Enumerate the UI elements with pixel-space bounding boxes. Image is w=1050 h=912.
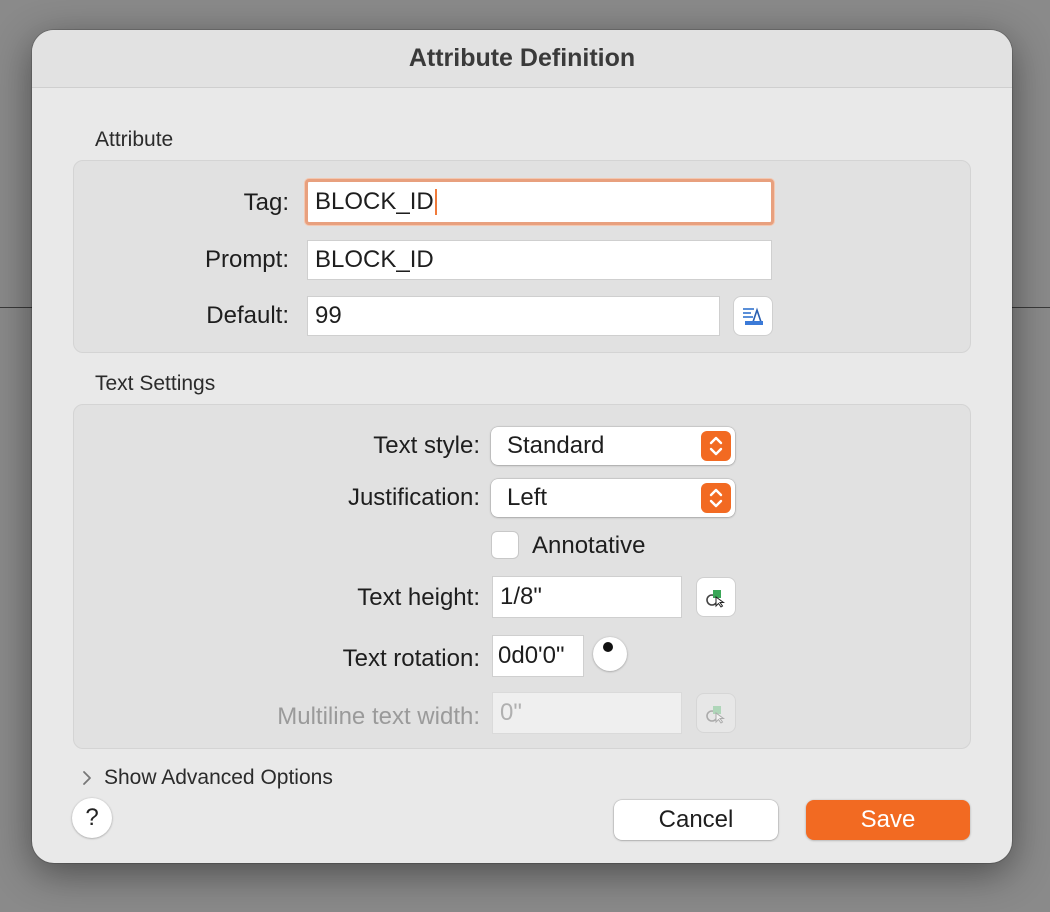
- text-style-value: Standard: [507, 432, 605, 459]
- justification-value: Left: [507, 484, 548, 511]
- justification-stepper: [701, 483, 731, 513]
- help-button[interactable]: ?: [72, 798, 112, 838]
- text-settings-group: Text style: Standard Justification: Left…: [73, 404, 971, 749]
- show-advanced-options-label: Show Advanced Options: [104, 766, 333, 789]
- save-button[interactable]: Save: [806, 800, 970, 840]
- text-settings-section-label: Text Settings: [95, 372, 216, 395]
- tag-input[interactable]: BLOCK_ID: [305, 179, 774, 225]
- tag-label: Tag:: [243, 189, 289, 216]
- text-style-select[interactable]: Standard: [491, 427, 735, 465]
- rotation-dial[interactable]: [593, 637, 627, 671]
- dialog-title: Attribute Definition: [32, 30, 1012, 88]
- tag-value: BLOCK_ID: [315, 188, 434, 215]
- annotative-label: Annotative: [532, 532, 646, 559]
- text-height-input[interactable]: 1/8": [492, 576, 682, 618]
- rotation-dial-icon: [603, 642, 613, 652]
- pick-point-icon: [706, 590, 726, 608]
- multiline-width-label: Multiline text width:: [277, 703, 480, 730]
- default-label: Default:: [206, 302, 289, 329]
- annotative-checkbox[interactable]: [491, 531, 519, 559]
- text-style-stepper: [701, 431, 731, 461]
- chevron-updown-icon: [709, 436, 723, 456]
- multiline-width-input[interactable]: 0": [492, 692, 682, 734]
- chevron-right-icon: [83, 771, 91, 785]
- prompt-label: Prompt:: [204, 246, 289, 273]
- attribute-section-label: Attribute: [95, 128, 174, 151]
- help-icon: ?: [85, 804, 99, 831]
- text-style-label: Text style:: [373, 432, 480, 459]
- multiline-width-pick-button[interactable]: [696, 693, 736, 733]
- text-rotation-input[interactable]: 0d0'0": [492, 635, 584, 677]
- justification-label: Justification:: [347, 484, 480, 511]
- insert-field-button[interactable]: [733, 296, 773, 336]
- background-line-right: [1012, 307, 1050, 308]
- pick-point-icon: [706, 706, 726, 724]
- justification-select[interactable]: Left: [491, 479, 735, 517]
- attribute-definition-dialog: Attribute Definition Attribute Tag: BLOC…: [32, 30, 1012, 863]
- show-advanced-options-toggle[interactable]: Show Advanced Options: [80, 766, 333, 790]
- text-rotation-label: Text rotation:: [342, 645, 480, 672]
- text-height-label: Text height:: [357, 584, 480, 611]
- attribute-group: Tag: BLOCK_ID Prompt: BLOCK_ID Default: …: [73, 160, 971, 353]
- default-input[interactable]: 99: [307, 296, 720, 336]
- background-line-left: [0, 307, 32, 308]
- chevron-updown-icon: [709, 488, 723, 508]
- cancel-button[interactable]: Cancel: [614, 800, 778, 840]
- text-caret: [434, 189, 437, 215]
- insert-field-icon: [743, 307, 763, 325]
- text-height-pick-button[interactable]: [696, 577, 736, 617]
- prompt-input[interactable]: BLOCK_ID: [307, 240, 772, 280]
